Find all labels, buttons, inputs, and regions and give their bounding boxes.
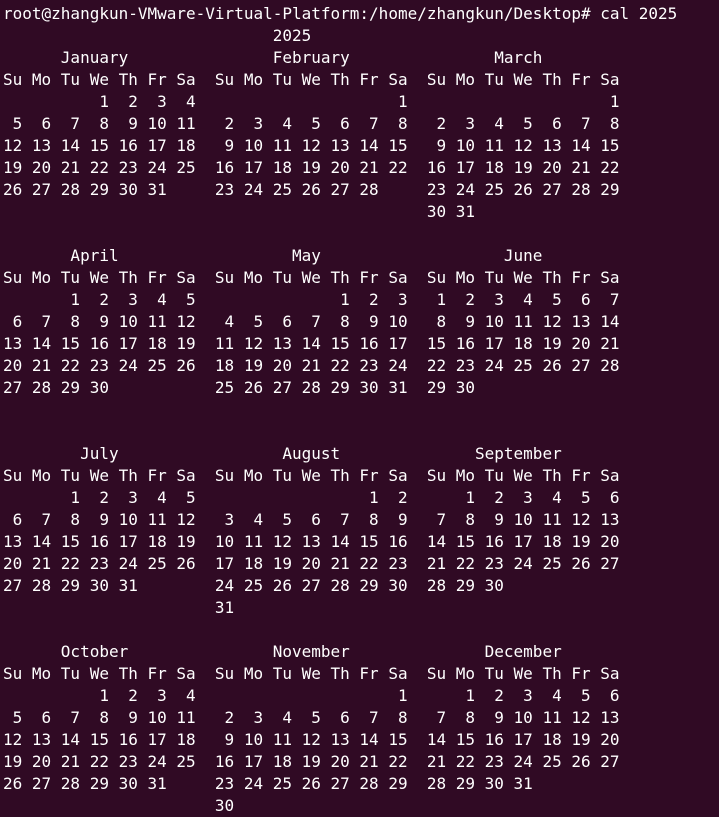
month-names-q1: January February March <box>3 48 543 67</box>
week-row: 20 21 22 23 24 25 26 18 19 20 21 22 23 2… <box>3 356 620 375</box>
weekday-header: Su Mo Tu We Th Fr Sa Su Mo Tu We Th Fr S… <box>3 664 620 683</box>
week-row: 6 7 8 9 10 11 12 3 4 5 6 7 8 9 7 8 9 10 … <box>3 510 620 529</box>
week-row: 13 14 15 16 17 18 19 11 12 13 14 15 16 1… <box>3 334 620 353</box>
week-row: 13 14 15 16 17 18 19 10 11 12 13 14 15 1… <box>3 532 620 551</box>
shell-prompt: root@zhangkun-VMware-Virtual-Platform:/h… <box>3 4 591 23</box>
week-row: 30 31 <box>3 202 476 221</box>
week-row: 20 21 22 23 24 25 26 17 18 19 20 21 22 2… <box>3 554 620 573</box>
week-row: 31 <box>3 598 235 617</box>
week-row: 1 2 3 4 5 1 2 1 2 3 4 5 6 <box>3 488 620 507</box>
week-row: 27 28 29 30 25 26 27 28 29 30 31 29 30 <box>3 378 476 397</box>
week-row: 27 28 29 30 31 24 25 26 27 28 29 30 28 2… <box>3 576 504 595</box>
month-names-q2: April May June <box>3 246 543 265</box>
week-row: 1 2 3 4 1 1 <box>3 92 620 111</box>
week-row: 30 <box>3 796 235 815</box>
week-row: 1 2 3 4 5 1 2 3 1 2 3 4 5 6 7 <box>3 290 620 309</box>
week-row: 5 6 7 8 9 10 11 2 3 4 5 6 7 8 2 3 4 5 6 … <box>3 114 620 133</box>
week-row: 1 2 3 4 1 1 2 3 4 5 6 <box>3 686 620 705</box>
week-row: 5 6 7 8 9 10 11 2 3 4 5 6 7 8 7 8 9 10 1… <box>3 708 620 727</box>
month-names-q4: October November December <box>3 642 562 661</box>
command-text: cal 2025 <box>600 4 678 23</box>
weekday-header: Su Mo Tu We Th Fr Sa Su Mo Tu We Th Fr S… <box>3 268 620 287</box>
week-row: 26 27 28 29 30 31 23 24 25 26 27 28 23 2… <box>3 180 620 199</box>
weekday-header: Su Mo Tu We Th Fr Sa Su Mo Tu We Th Fr S… <box>3 70 620 89</box>
terminal-window[interactable]: root@zhangkun-VMware-Virtual-Platform:/h… <box>0 0 719 817</box>
week-row: 19 20 21 22 23 24 25 16 17 18 19 20 21 2… <box>3 158 620 177</box>
week-row: 6 7 8 9 10 11 12 4 5 6 7 8 9 10 8 9 10 1… <box>3 312 620 331</box>
command-line: root@zhangkun-VMware-Virtual-Platform:/h… <box>3 3 719 25</box>
week-row: 19 20 21 22 23 24 25 16 17 18 19 20 21 2… <box>3 752 620 771</box>
year-header: 2025 <box>3 26 312 45</box>
weekday-header: Su Mo Tu We Th Fr Sa Su Mo Tu We Th Fr S… <box>3 466 620 485</box>
week-row: 26 27 28 29 30 31 23 24 25 26 27 28 29 2… <box>3 774 533 793</box>
week-row: 12 13 14 15 16 17 18 9 10 11 12 13 14 15… <box>3 136 620 155</box>
month-names-q3: July August September <box>3 444 562 463</box>
cal-output: 2025 January February March Su Mo Tu We … <box>3 25 719 817</box>
week-row: 12 13 14 15 16 17 18 9 10 11 12 13 14 15… <box>3 730 620 749</box>
